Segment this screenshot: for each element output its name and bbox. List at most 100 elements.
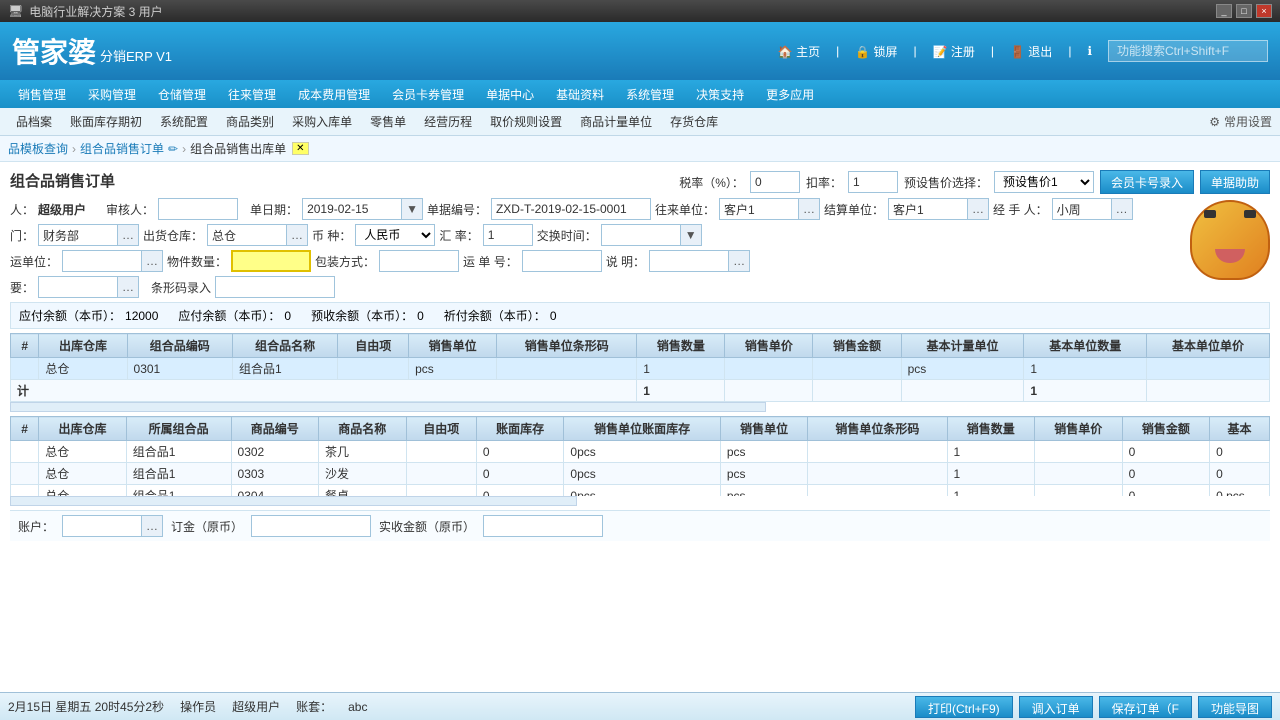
actual-amount-input[interactable] bbox=[483, 515, 603, 537]
lrow2-price bbox=[1035, 463, 1123, 485]
table-row[interactable]: 总仓 组合品1 0302 茶几 0 0pcs pcs 1 0 0 bbox=[11, 441, 1270, 463]
order-date-input[interactable] bbox=[302, 198, 402, 220]
nav-member[interactable]: 会员卡券管理 bbox=[382, 80, 474, 108]
handler-input[interactable] bbox=[1052, 198, 1112, 220]
tb-category[interactable]: 商品类别 bbox=[218, 110, 282, 133]
close-btn[interactable]: × bbox=[1256, 4, 1272, 18]
settle-btn[interactable]: … bbox=[968, 198, 989, 220]
logout-link[interactable]: 🚪 退出 bbox=[1010, 43, 1052, 60]
discount-input[interactable] bbox=[848, 171, 898, 193]
lrow-wh: 总仓 bbox=[39, 441, 127, 463]
minimize-btn[interactable]: _ bbox=[1216, 4, 1232, 18]
tb-measure[interactable]: 商品计量单位 bbox=[572, 110, 660, 133]
ship-unit-input[interactable] bbox=[62, 250, 142, 272]
to-unit-input[interactable] bbox=[719, 198, 799, 220]
print-btn[interactable]: 打印(Ctrl+F9) bbox=[915, 696, 1013, 718]
info-icon[interactable]: ℹ bbox=[1087, 44, 1092, 58]
exchange-input[interactable] bbox=[483, 224, 533, 246]
waybill-input[interactable] bbox=[522, 250, 602, 272]
tax-rate-input[interactable] bbox=[750, 171, 800, 193]
breadcrumb: 品模板查询 › 组合品销售订单 ✏ › 组合品销售出库单 ✕ bbox=[0, 136, 1280, 162]
help-btn[interactable]: 单据助助 bbox=[1200, 170, 1270, 194]
table-row[interactable]: 总仓 0301 组合品1 pcs 1 pcs 1 bbox=[11, 358, 1270, 380]
col-base-unit: 基本计量单位 bbox=[901, 334, 1024, 358]
dept-btn[interactable]: … bbox=[118, 224, 139, 246]
ship-unit-btn[interactable]: … bbox=[142, 250, 163, 272]
remark-btn[interactable]: … bbox=[729, 250, 750, 272]
to-unit-btn[interactable]: … bbox=[799, 198, 820, 220]
breadcrumb-template[interactable]: 品模板查询 bbox=[8, 140, 68, 157]
table-row[interactable]: 总仓 组合品1 0303 沙发 0 0pcs pcs 1 0 0 bbox=[11, 463, 1270, 485]
ship-wh-input[interactable] bbox=[207, 224, 287, 246]
lrow3-unit: pcs bbox=[720, 485, 808, 497]
tb-stock-init[interactable]: 账面库存期初 bbox=[62, 110, 150, 133]
handler-wrapper: … bbox=[1052, 198, 1133, 220]
nav-decision[interactable]: 决策支持 bbox=[686, 80, 754, 108]
exchange-time-input[interactable] bbox=[601, 224, 681, 246]
lower-table-wrapper: # 出库仓库 所属组合品 商品编号 商品名称 自由项 账面库存 销售单位账面库存… bbox=[10, 416, 1270, 496]
ship-wh-btn[interactable]: … bbox=[287, 224, 308, 246]
settings-btn[interactable]: ⚙ 常用设置 bbox=[1209, 113, 1272, 130]
date-picker-btn[interactable]: ▼ bbox=[402, 198, 423, 220]
barcode-input[interactable] bbox=[215, 276, 335, 298]
breadcrumb-close-tag[interactable]: ✕ bbox=[292, 142, 308, 155]
dept-input[interactable] bbox=[38, 224, 118, 246]
summary-empty3 bbox=[901, 380, 1024, 402]
window-controls[interactable]: _ □ × bbox=[1216, 4, 1272, 18]
lower-scrollbar[interactable] bbox=[10, 496, 577, 506]
breadcrumb-combo-sales[interactable]: 组合品销售订单 bbox=[80, 140, 164, 157]
breadcrumb-current: 组合品销售出库单 bbox=[190, 140, 286, 157]
nav-sales[interactable]: 销售管理 bbox=[8, 80, 76, 108]
exchange-label: 汇 率： bbox=[439, 227, 478, 244]
currency-select[interactable]: 人民币 bbox=[355, 224, 435, 246]
function-map-btn[interactable]: 功能导图 bbox=[1198, 696, 1272, 718]
nav-purchase[interactable]: 采购管理 bbox=[78, 80, 146, 108]
required-input[interactable] bbox=[38, 276, 118, 298]
nav-cost[interactable]: 成本费用管理 bbox=[288, 80, 380, 108]
nav-accounts[interactable]: 往来管理 bbox=[218, 80, 286, 108]
tb-history[interactable]: 经营历程 bbox=[416, 110, 480, 133]
nav-system[interactable]: 系统管理 bbox=[616, 80, 684, 108]
account-input[interactable] bbox=[62, 515, 142, 537]
cell-unit: pcs bbox=[409, 358, 497, 380]
lrow2-unit-stock: 0pcs bbox=[564, 463, 720, 485]
import-order-btn[interactable]: 调入订单 bbox=[1019, 696, 1093, 718]
register-link[interactable]: 📝 注册 bbox=[933, 43, 975, 60]
nav-warehouse[interactable]: 仓储管理 bbox=[148, 80, 216, 108]
account-btn[interactable]: … bbox=[142, 515, 163, 537]
upper-scrollbar[interactable] bbox=[10, 402, 766, 412]
remark-input[interactable] bbox=[649, 250, 729, 272]
tb-sys-config[interactable]: 系统配置 bbox=[152, 110, 216, 133]
pre-pay-label: 祈付余额（本币）： bbox=[444, 307, 546, 324]
order-yuan-input[interactable] bbox=[251, 515, 371, 537]
function-search-input[interactable] bbox=[1108, 40, 1268, 62]
nav-voucher[interactable]: 单据中心 bbox=[476, 80, 544, 108]
settle-input[interactable] bbox=[888, 198, 968, 220]
lcol-price: 销售单价 bbox=[1035, 417, 1123, 441]
lock-icon[interactable]: 🔒 锁屏 bbox=[855, 43, 897, 60]
exchange-time-btn[interactable]: ▼ bbox=[681, 224, 702, 246]
maximize-btn[interactable]: □ bbox=[1236, 4, 1252, 18]
tb-stock-warehouse[interactable]: 存货仓库 bbox=[662, 110, 726, 133]
parts-count-input[interactable] bbox=[231, 250, 311, 272]
handler-btn[interactable]: … bbox=[1112, 198, 1133, 220]
preset-price-select[interactable]: 预设售价1 bbox=[994, 171, 1094, 193]
tb-product-file[interactable]: 品档案 bbox=[8, 110, 60, 133]
tb-price-rule[interactable]: 取价规则设置 bbox=[482, 110, 570, 133]
reviewer-input[interactable] bbox=[158, 198, 238, 220]
lcol-combo: 所属组合品 bbox=[126, 417, 231, 441]
lrow3-price bbox=[1035, 485, 1123, 497]
table-row[interactable]: 总仓 组合品1 0304 餐桌 0 0pcs pcs 1 0 0 pcs bbox=[11, 485, 1270, 497]
nav-more[interactable]: 更多应用 bbox=[756, 80, 824, 108]
separator3: | bbox=[991, 44, 994, 58]
order-no-input[interactable] bbox=[491, 198, 651, 220]
order-yuan-label: 订金（原币） bbox=[171, 518, 243, 535]
card-entry-btn[interactable]: 会员卡号录入 bbox=[1100, 170, 1194, 194]
save-order-btn[interactable]: 保存订单（F bbox=[1099, 696, 1192, 718]
nav-basic[interactable]: 基础资料 bbox=[546, 80, 614, 108]
tb-retail[interactable]: 零售单 bbox=[362, 110, 414, 133]
required-btn[interactable]: … bbox=[118, 276, 139, 298]
pack-input[interactable] bbox=[379, 250, 459, 272]
home-icon[interactable]: 🏠 主页 bbox=[778, 43, 820, 60]
tb-purchase-in[interactable]: 采购入库单 bbox=[284, 110, 360, 133]
